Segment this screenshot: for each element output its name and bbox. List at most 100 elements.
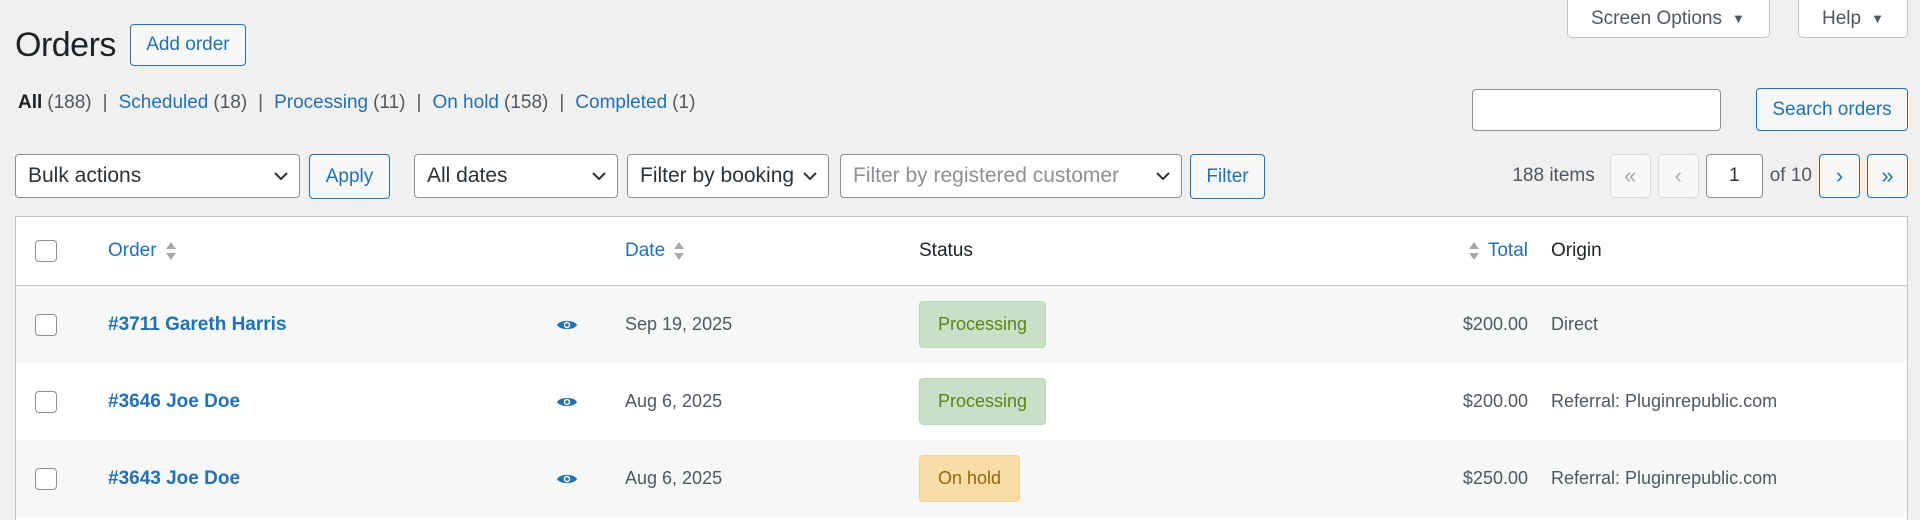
status-badge: Processing bbox=[919, 301, 1047, 348]
total-cell: $250.00 bbox=[1426, 440, 1528, 517]
status-filter-all[interactable]: All (188) bbox=[18, 92, 92, 114]
order-origin: Referral: Pluginrepublic.com bbox=[1551, 468, 1778, 488]
help-label: Help bbox=[1822, 7, 1862, 29]
status-filter-scheduled[interactable]: Scheduled (18) bbox=[119, 92, 248, 114]
orders-page: Screen Options ▼ Help ▼ Orders Add order… bbox=[0, 0, 1920, 520]
order-total: $200.00 bbox=[1462, 314, 1528, 334]
total-column-header[interactable]: Total bbox=[1426, 217, 1528, 285]
separator: | bbox=[416, 92, 422, 113]
row-checkbox[interactable] bbox=[35, 390, 57, 413]
customer-filter-select[interactable]: Filter by registered customer bbox=[840, 154, 1182, 198]
row-checkbox[interactable] bbox=[35, 467, 57, 490]
status-filter-on-hold[interactable]: On hold (158) bbox=[432, 92, 548, 114]
date-cell: Sep 19, 2025 bbox=[625, 286, 732, 363]
order-cell: #3643 Joe Doe bbox=[108, 440, 240, 517]
total-cell: $200.00 bbox=[1426, 286, 1528, 363]
status-filter-label[interactable]: Completed bbox=[575, 92, 667, 114]
origin-cell: Referral: Pluginrepublic.com bbox=[1551, 363, 1777, 440]
order-sort-link[interactable]: Order bbox=[108, 240, 177, 262]
pagination: 188 items « ‹ 1 of 10 › » bbox=[1512, 154, 1908, 198]
search-orders-input[interactable] bbox=[1472, 89, 1721, 131]
sort-icon bbox=[1468, 242, 1479, 260]
status-filter-label[interactable]: Processing bbox=[274, 92, 368, 114]
order-cell: #3711 Gareth Harris bbox=[108, 286, 287, 363]
preview-cell bbox=[556, 286, 578, 363]
prev-page-button: ‹ bbox=[1657, 154, 1699, 198]
table-row[interactable]: #3711 Gareth Harris Sep 19, 2025 Process… bbox=[16, 286, 1907, 363]
help-button[interactable]: Help ▼ bbox=[1798, 0, 1908, 38]
eye-icon[interactable] bbox=[556, 472, 578, 486]
row-checkbox-cell bbox=[35, 440, 57, 517]
total-cell: $200.00 bbox=[1426, 363, 1528, 440]
row-checkbox-cell bbox=[35, 286, 57, 363]
page-heading: Orders Add order bbox=[15, 24, 246, 66]
order-origin: Referral: Pluginrepublic.com bbox=[1551, 391, 1778, 411]
last-page-button[interactable]: » bbox=[1867, 154, 1908, 198]
status-filter-completed[interactable]: Completed (1) bbox=[575, 92, 695, 114]
row-checkbox-cell bbox=[35, 363, 57, 440]
status-filter-processing[interactable]: Processing (11) bbox=[274, 92, 405, 114]
origin-column-header: Origin bbox=[1551, 217, 1602, 285]
customer-filter-placeholder: Filter by registered customer bbox=[853, 164, 1120, 187]
next-page-button[interactable]: › bbox=[1819, 154, 1860, 198]
status-filter-links: All (188) | Scheduled (18) | Processing … bbox=[18, 92, 695, 114]
sort-icon bbox=[674, 242, 685, 260]
sort-icon bbox=[165, 242, 176, 260]
orders-table: Order Date Status Total Origin #3711 Gar… bbox=[15, 216, 1908, 520]
add-order-button[interactable]: Add order bbox=[129, 24, 246, 66]
chevron-down-icon bbox=[803, 172, 817, 181]
screen-meta-links: Screen Options ▼ Help ▼ bbox=[1567, 0, 1908, 38]
order-date: Aug 6, 2025 bbox=[625, 468, 723, 488]
order-date: Sep 19, 2025 bbox=[625, 314, 733, 334]
status-filter-count: (1) bbox=[672, 92, 696, 113]
status-filter-label[interactable]: Scheduled bbox=[119, 92, 209, 114]
items-count: 188 items bbox=[1512, 165, 1595, 186]
status-filter-label[interactable]: On hold bbox=[432, 92, 499, 114]
chevron-down-icon bbox=[1156, 172, 1170, 181]
separator: | bbox=[559, 92, 565, 113]
eye-icon[interactable] bbox=[556, 318, 578, 332]
status-filter-count: (18) bbox=[213, 92, 248, 113]
separator: | bbox=[102, 92, 108, 113]
status-filter-count: (188) bbox=[47, 92, 92, 113]
preview-cell bbox=[556, 440, 578, 517]
order-link[interactable]: #3646 Joe Doe bbox=[108, 391, 240, 413]
date-filter-select[interactable]: All dates bbox=[414, 154, 618, 198]
booking-filter-select[interactable]: Filter by booking bbox=[627, 154, 829, 198]
table-row[interactable]: #3643 Joe Doe Aug 6, 2025 On hold $250.0… bbox=[16, 440, 1907, 517]
order-origin: Direct bbox=[1551, 314, 1599, 334]
order-column-header[interactable]: Order bbox=[108, 217, 177, 285]
date-filter-value: All dates bbox=[427, 164, 508, 187]
filter-button[interactable]: Filter bbox=[1190, 154, 1265, 199]
table-row[interactable]: #3646 Joe Doe Aug 6, 2025 Processing $20… bbox=[16, 363, 1907, 440]
order-link[interactable]: #3711 Gareth Harris bbox=[108, 314, 287, 336]
chevron-down-icon bbox=[592, 172, 606, 181]
apply-button[interactable]: Apply bbox=[309, 154, 390, 199]
caret-down-icon: ▼ bbox=[1871, 11, 1884, 26]
first-page-button: « bbox=[1609, 154, 1651, 198]
order-total: $250.00 bbox=[1462, 468, 1528, 488]
screen-options-button[interactable]: Screen Options ▼ bbox=[1567, 0, 1770, 38]
select-all-checkbox[interactable] bbox=[35, 240, 57, 262]
current-page-input[interactable]: 1 bbox=[1705, 154, 1763, 198]
order-link[interactable]: #3643 Joe Doe bbox=[108, 468, 240, 490]
search-orders-button[interactable]: Search orders bbox=[1756, 88, 1908, 131]
origin-cell: Direct bbox=[1551, 286, 1598, 363]
row-checkbox[interactable] bbox=[35, 313, 57, 336]
bulk-actions-select[interactable]: Bulk actions bbox=[15, 154, 300, 198]
date-cell: Aug 6, 2025 bbox=[625, 363, 722, 440]
preview-cell bbox=[556, 363, 578, 440]
date-cell: Aug 6, 2025 bbox=[625, 440, 722, 517]
date-column-header[interactable]: Date bbox=[625, 217, 685, 285]
date-header-label: Date bbox=[625, 240, 666, 261]
total-sort-link[interactable]: Total bbox=[1468, 240, 1528, 262]
status-filter-count: (11) bbox=[373, 92, 406, 113]
eye-icon[interactable] bbox=[556, 395, 578, 409]
status-badge: On hold bbox=[919, 455, 1021, 502]
status-header-label: Status bbox=[919, 240, 973, 261]
date-sort-link[interactable]: Date bbox=[625, 240, 685, 262]
status-column-header: Status bbox=[919, 217, 973, 285]
total-header-label: Total bbox=[1487, 240, 1528, 261]
separator: | bbox=[258, 92, 264, 113]
caret-down-icon: ▼ bbox=[1731, 11, 1745, 26]
